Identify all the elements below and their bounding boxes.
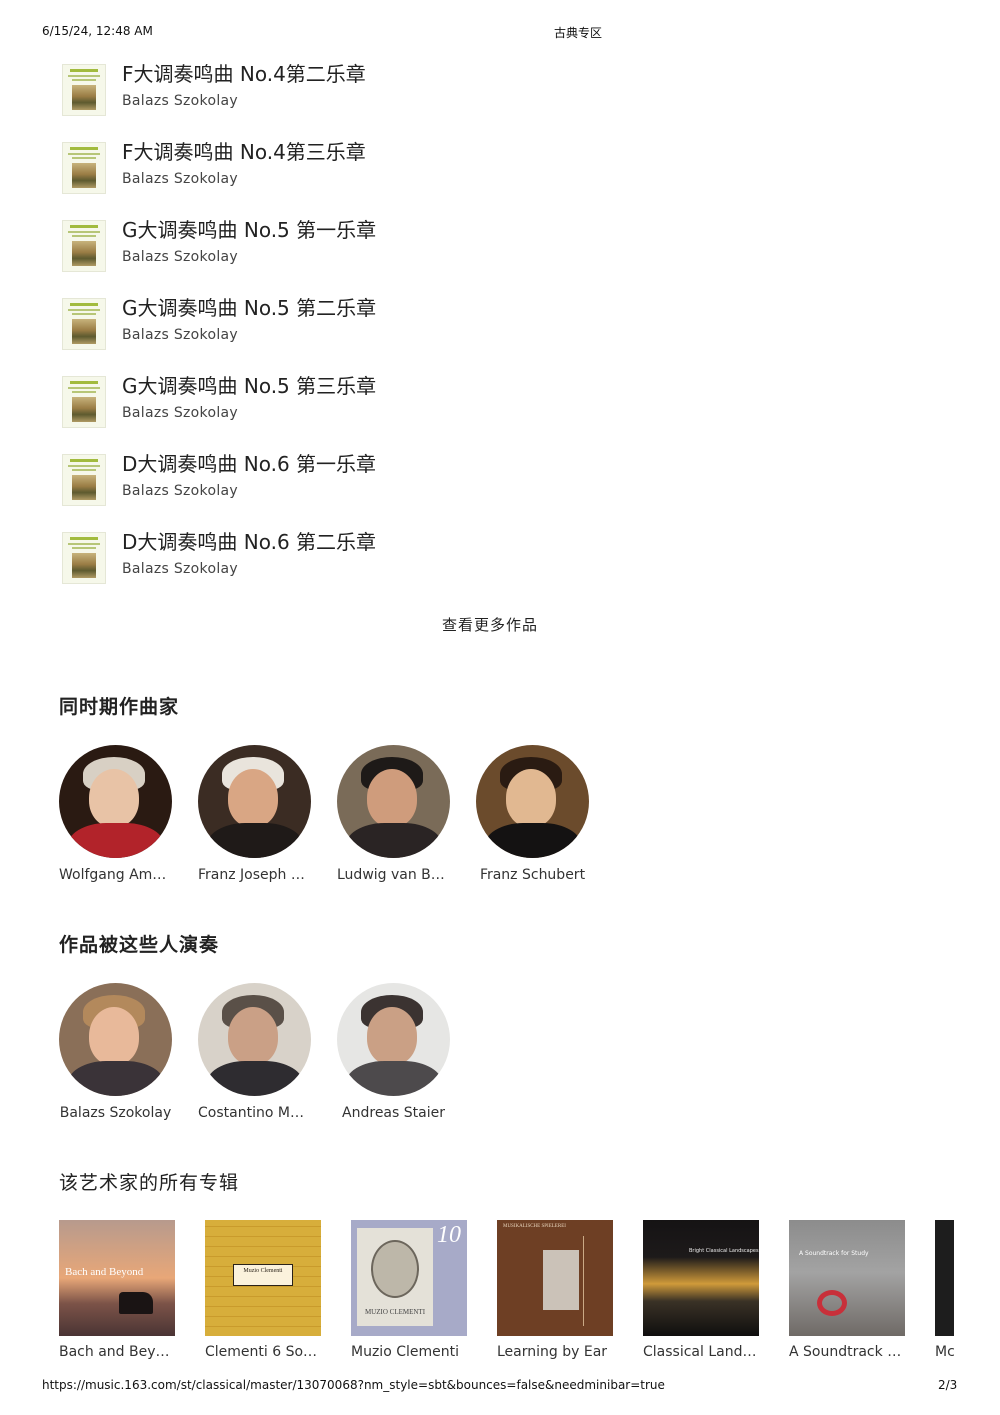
album-list: Bach and Beyond Bach and Beyond Muzio Cl… — [59, 1220, 954, 1370]
album-name[interactable]: Mc — [935, 1344, 954, 1360]
album-name[interactable]: Bach and Beyond — [59, 1344, 175, 1360]
album-card[interactable]: Muzio Clementi Clementi 6 Sonatinas — [205, 1220, 321, 1360]
album-cover-text: Bright Classical Landscapes — [689, 1248, 759, 1254]
composer-avatar[interactable] — [59, 745, 172, 858]
composer-avatar[interactable] — [476, 745, 589, 858]
track-title[interactable]: D大调奏鸣曲 No.6 第一乐章 — [122, 448, 376, 477]
performer-avatar[interactable] — [198, 983, 311, 1096]
album-cover-text: A Soundtrack for Study — [799, 1250, 869, 1257]
track-item[interactable]: G大调奏鸣曲 No.5 第一乐章 Balazs Szokolay — [0, 214, 1000, 292]
composer-card[interactable]: Wolfgang Amadeus Mozart — [59, 745, 198, 883]
album-name[interactable]: Learning by Ear — [497, 1344, 613, 1360]
album-cover-thumbnail — [62, 220, 106, 272]
print-datetime: 6/15/24, 12:48 AM — [42, 24, 153, 38]
track-item[interactable]: G大调奏鸣曲 No.5 第二乐章 Balazs Szokolay — [0, 292, 1000, 370]
track-artist[interactable]: Balazs Szokolay — [122, 171, 238, 187]
track-item[interactable]: F大调奏鸣曲 No.4第三乐章 Balazs Szokolay — [0, 136, 1000, 214]
all-albums-heading: 该艺术家的所有专辑 — [59, 1172, 240, 1194]
track-item[interactable]: G大调奏鸣曲 No.5 第三乐章 Balazs Szokolay — [0, 370, 1000, 448]
album-card[interactable]: Bach and Beyond Bach and Beyond — [59, 1220, 175, 1360]
print-title: 古典专区 — [554, 26, 603, 40]
composer-card[interactable]: Franz Schubert — [476, 745, 615, 883]
composer-name[interactable]: Franz Joseph Haydn — [198, 867, 311, 883]
track-artist[interactable]: Balazs Szokolay — [122, 93, 238, 109]
album-cover-number: 10 — [437, 1222, 461, 1248]
track-artist[interactable]: Balazs Szokolay — [122, 249, 238, 265]
performers-list: Balazs Szokolay Costantino Mastroprimian… — [59, 983, 476, 1121]
composer-avatar[interactable] — [198, 745, 311, 858]
contemporary-composers-heading: 同时期作曲家 — [59, 696, 180, 718]
album-cover-thumbnail — [62, 142, 106, 194]
track-artist[interactable]: Balazs Szokolay — [122, 483, 238, 499]
album-cover[interactable] — [935, 1220, 954, 1336]
track-title[interactable]: G大调奏鸣曲 No.5 第二乐章 — [122, 292, 376, 321]
performer-card[interactable]: Andreas Staier — [337, 983, 476, 1121]
album-cover[interactable]: A Soundtrack for Study — [789, 1220, 905, 1336]
track-title[interactable]: G大调奏鸣曲 No.5 第一乐章 — [122, 214, 376, 243]
album-cover-thumbnail — [62, 376, 106, 428]
print-url: https://music.163.com/st/classical/maste… — [42, 1378, 665, 1392]
album-name[interactable]: Clementi 6 Sonatinas — [205, 1344, 321, 1360]
album-cover[interactable]: MUSIKALISCHE SPIELEREI — [497, 1220, 613, 1336]
track-title[interactable]: F大调奏鸣曲 No.4第二乐章 — [122, 58, 366, 87]
composer-name[interactable]: Ludwig van Beethoven — [337, 867, 450, 883]
performer-name[interactable]: Costantino Mastroprimiano — [198, 1105, 311, 1121]
contemporary-composers-list: Wolfgang Amadeus Mozart Franz Joseph Hay… — [59, 745, 615, 883]
album-name[interactable]: A Soundtrack for Study — [789, 1344, 905, 1360]
composer-card[interactable]: Ludwig van Beethoven — [337, 745, 476, 883]
album-card[interactable]: MUSIKALISCHE SPIELEREI Learning by Ear — [497, 1220, 613, 1360]
track-title[interactable]: D大调奏鸣曲 No.6 第二乐章 — [122, 526, 376, 555]
album-card[interactable]: A Soundtrack for Study A Soundtrack for … — [789, 1220, 905, 1360]
track-artist[interactable]: Balazs Szokolay — [122, 405, 238, 421]
composer-card[interactable]: Franz Joseph Haydn — [198, 745, 337, 883]
album-card[interactable]: Mc — [935, 1220, 954, 1360]
view-more-works-link[interactable]: 查看更多作品 — [0, 614, 980, 635]
album-cover-text: Muzio Clementi — [243, 1268, 283, 1274]
track-title[interactable]: F大调奏鸣曲 No.4第三乐章 — [122, 136, 366, 165]
album-cover-thumbnail — [62, 454, 106, 506]
album-cover[interactable]: Bright Classical Landscapes — [643, 1220, 759, 1336]
album-cover-thumbnail — [62, 298, 106, 350]
track-artist[interactable]: Balazs Szokolay — [122, 561, 238, 577]
track-list: F大调奏鸣曲 No.4第二乐章 Balazs Szokolay F大调奏鸣曲 N… — [0, 58, 1000, 604]
track-item[interactable]: D大调奏鸣曲 No.6 第一乐章 Balazs Szokolay — [0, 448, 1000, 526]
album-name[interactable]: Muzio Clementi — [351, 1344, 467, 1360]
album-cover-text: MUZIO CLEMENTI — [364, 1308, 426, 1316]
track-item[interactable]: F大调奏鸣曲 No.4第二乐章 Balazs Szokolay — [0, 58, 1000, 136]
album-card[interactable]: 10 MUZIO CLEMENTI Muzio Clementi — [351, 1220, 467, 1360]
performer-card[interactable]: Costantino Mastroprimiano — [198, 983, 337, 1121]
album-cover[interactable]: Muzio Clementi — [205, 1220, 321, 1336]
performer-name[interactable]: Balazs Szokolay — [59, 1105, 172, 1121]
track-artist[interactable]: Balazs Szokolay — [122, 327, 238, 343]
track-item[interactable]: D大调奏鸣曲 No.6 第二乐章 Balazs Szokolay — [0, 526, 1000, 604]
print-footer: https://music.163.com/st/classical/maste… — [0, 1378, 1000, 1396]
print-header: 6/15/24, 12:48 AM 古典专区 — [0, 24, 1000, 42]
album-name[interactable]: Classical Landscapes — [643, 1344, 759, 1360]
performer-avatar[interactable] — [59, 983, 172, 1096]
album-cover[interactable]: 10 MUZIO CLEMENTI — [351, 1220, 467, 1336]
album-cover-text: MUSIKALISCHE SPIELEREI — [503, 1224, 566, 1229]
composer-name[interactable]: Franz Schubert — [476, 867, 589, 883]
album-card[interactable]: Bright Classical Landscapes Classical La… — [643, 1220, 759, 1360]
performers-heading: 作品被这些人演奏 — [59, 934, 220, 956]
album-cover-thumbnail — [62, 64, 106, 116]
performer-card[interactable]: Balazs Szokolay — [59, 983, 198, 1121]
album-cover[interactable]: Bach and Beyond — [59, 1220, 175, 1336]
print-page-number: 2/3 — [938, 1378, 958, 1392]
album-cover-thumbnail — [62, 532, 106, 584]
composer-avatar[interactable] — [337, 745, 450, 858]
track-title[interactable]: G大调奏鸣曲 No.5 第三乐章 — [122, 370, 376, 399]
composer-name[interactable]: Wolfgang Amadeus Mozart — [59, 867, 172, 883]
album-cover-text: Bach and Beyond — [65, 1266, 144, 1278]
performer-name[interactable]: Andreas Staier — [337, 1105, 450, 1121]
performer-avatar[interactable] — [337, 983, 450, 1096]
